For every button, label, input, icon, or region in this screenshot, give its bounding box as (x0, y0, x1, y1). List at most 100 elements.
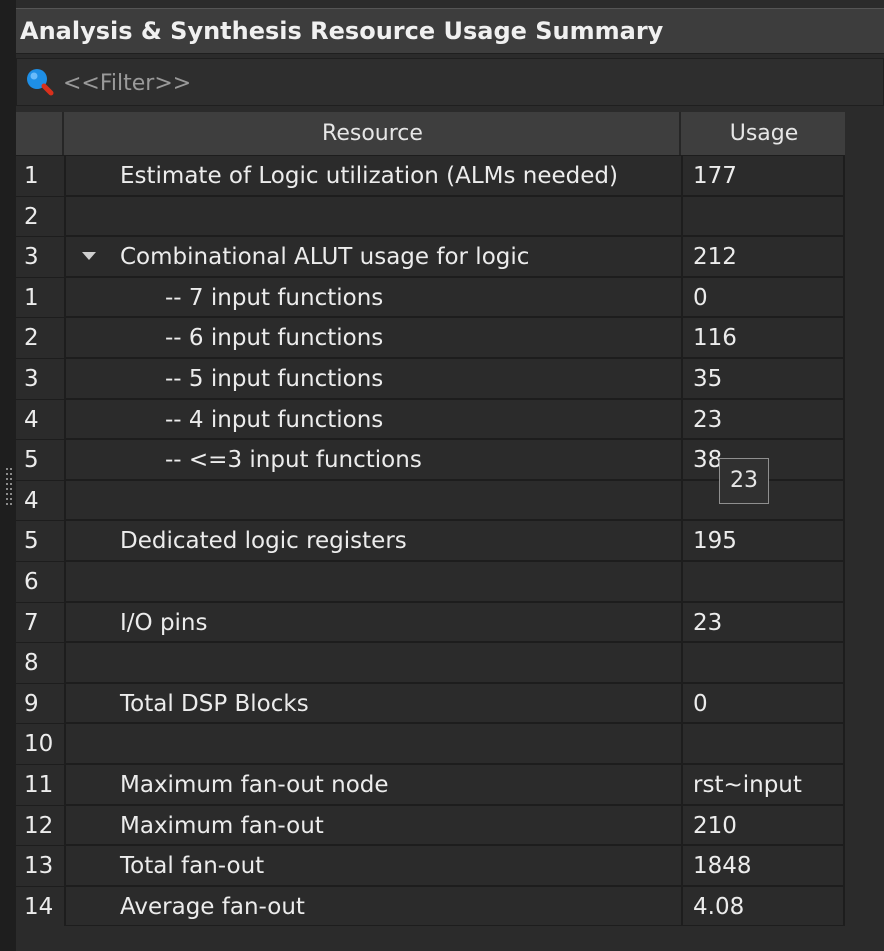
table-row[interactable]: 14 Average fan-out 4.08 (16, 886, 845, 928)
filter-bar (16, 58, 884, 106)
row-number: 10 (16, 724, 66, 765)
row-number: 13 (16, 846, 66, 887)
empty-area (16, 926, 884, 951)
row-number: 3 (16, 237, 66, 278)
usage-cell[interactable] (685, 643, 845, 684)
triangle-down-icon[interactable] (82, 252, 96, 261)
resource-cell[interactable]: Maximum fan-out (68, 805, 683, 847)
resource-label: Total DSP Blocks (120, 690, 309, 717)
row-number: 2 (16, 318, 66, 359)
row-number: 11 (16, 764, 66, 806)
resource-cell[interactable]: Total DSP Blocks (68, 683, 683, 725)
usage-cell[interactable]: 4.08 (685, 886, 845, 928)
table-row[interactable]: 3 -- 5 input functions 35 (16, 358, 845, 400)
usage-cell[interactable]: 210 (685, 805, 845, 847)
resource-label: -- 7 input functions (165, 284, 384, 311)
table-header: Resource Usage (16, 112, 845, 156)
header-usage[interactable]: Usage (683, 112, 845, 155)
table-row[interactable]: 7 I/O pins 23 (16, 602, 845, 644)
row-number: 6 (16, 561, 66, 603)
resource-label: I/O pins (120, 609, 208, 636)
row-number: 4 (16, 480, 66, 522)
row-number: 7 (16, 602, 66, 644)
panel-title: Analysis & Synthesis Resource Usage Summ… (16, 8, 884, 54)
resource-cell[interactable]: I/O pins (68, 602, 683, 644)
usage-cell[interactable]: 0 (685, 277, 845, 319)
resource-label: Maximum fan-out node (120, 771, 389, 798)
usage-cell[interactable]: 1848 (685, 846, 845, 887)
resource-cell[interactable]: -- 6 input functions (68, 318, 683, 359)
usage-cell[interactable] (685, 724, 845, 765)
header-resource[interactable]: Resource (66, 112, 681, 155)
row-number: 4 (16, 399, 66, 441)
resource-label: Estimate of Logic utilization (ALMs need… (120, 163, 618, 189)
table-row[interactable]: 13 Total fan-out 1848 (16, 846, 845, 887)
resource-cell[interactable]: Average fan-out (68, 886, 683, 928)
usage-cell[interactable]: 23 (685, 399, 845, 441)
table-row[interactable]: 3 Combinational ALUT usage for logic 212 (16, 237, 845, 278)
resource-cell[interactable]: -- 5 input functions (68, 358, 683, 400)
resource-cell[interactable] (68, 561, 683, 603)
usage-cell[interactable]: 116 (685, 318, 845, 359)
usage-cell[interactable] (685, 561, 845, 603)
table-row[interactable]: 11 Maximum fan-out node rst~input (16, 764, 845, 806)
resource-label: -- <=3 input functions (165, 447, 422, 474)
table-row[interactable]: 1 -- 7 input functions 0 (16, 277, 845, 319)
resource-cell[interactable]: Total fan-out (68, 846, 683, 887)
row-number: 8 (16, 643, 66, 684)
table-row[interactable]: 1 Estimate of Logic utilization (ALMs nee… (16, 156, 845, 197)
resource-cell[interactable]: Maximum fan-out node (68, 764, 683, 806)
table-row[interactable]: 4 -- 4 input functions 23 (16, 399, 845, 441)
resource-cell[interactable] (68, 480, 683, 522)
resource-label: Combinational ALUT usage for logic (120, 244, 530, 271)
filter-input[interactable] (61, 63, 465, 103)
resource-cell[interactable]: -- 4 input functions (68, 399, 683, 441)
table-body: 1 Estimate of Logic utilization (ALMs nee… (16, 156, 845, 928)
tooltip: 23 (719, 458, 769, 504)
table-row[interactable]: 9 Total DSP Blocks 0 (16, 683, 845, 725)
row-number: 5 (16, 521, 66, 562)
row-number: 5 (16, 440, 66, 481)
resource-cell[interactable]: Estimate of Logic utilization (ALMs need… (68, 156, 683, 197)
usage-cell[interactable]: 195 (685, 521, 845, 562)
resource-label: -- 5 input functions (165, 365, 384, 392)
row-number: 3 (16, 358, 66, 400)
resource-label: Dedicated logic registers (120, 528, 407, 555)
resource-cell[interactable]: -- <=3 input functions (68, 440, 683, 481)
resource-cell[interactable] (68, 724, 683, 765)
resource-label: Maximum fan-out (120, 812, 324, 839)
usage-cell[interactable]: 35 (685, 358, 845, 400)
resource-cell[interactable] (68, 643, 683, 684)
usage-cell[interactable] (685, 196, 845, 238)
row-number: 1 (16, 277, 66, 319)
resource-label: -- 6 input functions (165, 325, 384, 352)
usage-cell[interactable]: 0 (685, 683, 845, 725)
row-number: 12 (16, 805, 66, 847)
row-number: 14 (16, 886, 66, 928)
table-row[interactable]: 2 -- 6 input functions 116 (16, 318, 845, 359)
usage-cell[interactable]: 23 (685, 602, 845, 644)
resource-label: Average fan-out (120, 893, 305, 920)
table-row[interactable]: 12 Maximum fan-out 210 (16, 805, 845, 847)
row-number: 2 (16, 196, 66, 238)
resource-label: -- 4 input functions (165, 406, 384, 433)
header-row-number[interactable] (16, 112, 64, 155)
resource-cell[interactable]: Combinational ALUT usage for logic (68, 237, 683, 278)
resource-cell[interactable]: Dedicated logic registers (68, 521, 683, 562)
resource-table: Resource Usage 1 Estimate of Logic utiliz… (16, 112, 845, 928)
resource-cell[interactable]: -- 7 input functions (68, 277, 683, 319)
resource-label: Total fan-out (120, 853, 265, 880)
usage-cell[interactable]: rst~input (685, 764, 845, 806)
table-row[interactable]: 6 (16, 561, 845, 603)
row-number: 9 (16, 683, 66, 725)
usage-cell[interactable]: 212 (685, 237, 845, 278)
table-row[interactable]: 8 (16, 643, 845, 684)
magnifier-icon[interactable] (25, 67, 55, 97)
left-gutter (0, 0, 16, 951)
table-row[interactable]: 5 Dedicated logic registers 195 (16, 521, 845, 562)
row-number: 1 (16, 156, 66, 197)
table-row[interactable]: 2 (16, 196, 845, 238)
usage-cell[interactable]: 177 (685, 156, 845, 197)
table-row[interactable]: 10 (16, 724, 845, 765)
resource-cell[interactable] (68, 196, 683, 238)
